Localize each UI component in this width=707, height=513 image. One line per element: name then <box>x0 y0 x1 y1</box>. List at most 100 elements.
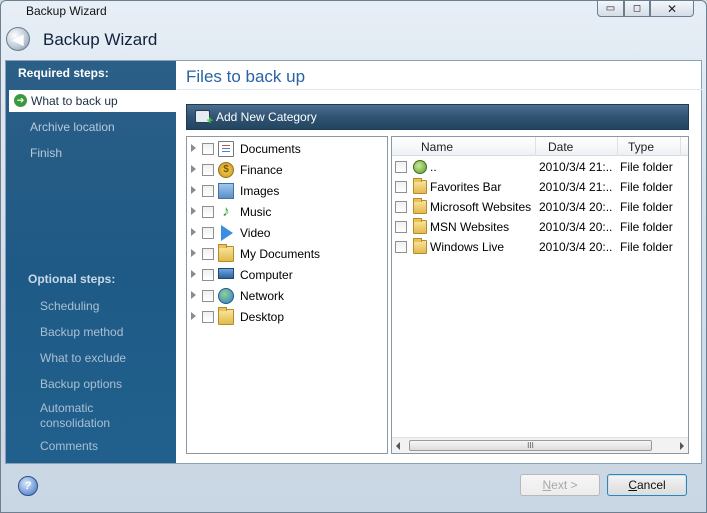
tree-item-network[interactable]: Network <box>187 286 387 306</box>
tree-checkbox[interactable] <box>202 164 214 176</box>
next-button[interactable]: Next > <box>520 474 600 496</box>
parent-folder-icon <box>413 160 427 174</box>
expand-arrow-icon[interactable] <box>191 165 196 173</box>
tree-checkbox[interactable] <box>202 227 214 239</box>
maximize-icon: ◻ <box>632 3 642 14</box>
add-new-category-button[interactable]: Add New Category <box>216 110 317 124</box>
expand-arrow-icon[interactable] <box>191 207 196 215</box>
list-row[interactable]: MSN Websites 2010/3/4 20:... File folder <box>392 217 688 237</box>
computer-icon <box>218 268 234 279</box>
scroll-right-icon[interactable] <box>680 442 684 450</box>
finance-icon: $ <box>218 162 234 178</box>
column-header-name[interactable]: Name <box>421 140 453 154</box>
title-divider <box>177 89 702 90</box>
tree-item-documents[interactable]: Documents <box>187 139 387 159</box>
step-scheduling[interactable]: Scheduling <box>40 299 99 314</box>
row-checkbox[interactable] <box>395 161 407 173</box>
tree-item-music[interactable]: ♪ Music <box>187 202 387 222</box>
cancel-label: ancel <box>636 478 666 492</box>
tree-checkbox[interactable] <box>202 143 214 155</box>
expand-arrow-icon[interactable] <box>191 291 196 299</box>
category-tree: Documents $ Finance Images ♪ Music Video <box>186 136 388 454</box>
file-list: Name Date Type .. 2010/3/4 21:... File f… <box>391 136 689 454</box>
row-checkbox[interactable] <box>395 221 407 233</box>
column-separator[interactable] <box>680 137 681 156</box>
tree-item-computer[interactable]: Computer <box>187 265 387 285</box>
tree-item-label: Desktop <box>240 310 285 324</box>
expand-arrow-icon[interactable] <box>191 270 196 278</box>
tree-checkbox[interactable] <box>202 290 214 302</box>
expand-arrow-icon[interactable] <box>191 249 196 257</box>
tree-item-my-documents[interactable]: My Documents <box>187 244 387 264</box>
row-type: File folder <box>620 160 673 174</box>
next-label: ext > <box>551 478 578 492</box>
tree-item-label: Video <box>240 226 271 240</box>
row-date: 2010/3/4 21:... <box>539 180 613 194</box>
row-type: File folder <box>620 220 673 234</box>
step-archive-location[interactable]: Archive location <box>30 120 115 134</box>
video-icon <box>221 225 233 241</box>
scroll-left-icon[interactable] <box>396 442 400 450</box>
tree-item-label: Documents <box>240 142 301 156</box>
row-type: File folder <box>620 240 673 254</box>
column-separator[interactable] <box>617 137 618 156</box>
step-finish[interactable]: Finish <box>30 146 62 160</box>
network-icon <box>218 288 234 304</box>
tree-checkbox[interactable] <box>202 206 214 218</box>
column-header-type[interactable]: Type <box>628 140 654 154</box>
wizard-title: Backup Wizard <box>43 30 158 49</box>
list-header: Name Date Type <box>392 137 688 156</box>
folder-icon <box>413 178 427 194</box>
row-checkbox[interactable] <box>395 241 407 253</box>
row-checkbox[interactable] <box>395 201 407 213</box>
step-automatic-consolidation[interactable]: Automatic consolidation <box>40 401 140 431</box>
step-what-to-back-up[interactable]: ➔ What to back up <box>9 90 176 112</box>
page-title: Files to back up <box>186 67 306 86</box>
row-type: File folder <box>620 200 673 214</box>
step-what-to-exclude[interactable]: What to exclude <box>40 351 126 366</box>
tree-item-label: Music <box>240 205 272 219</box>
row-name: Microsoft Websites <box>430 200 532 214</box>
tree-checkbox[interactable] <box>202 248 214 260</box>
step-backup-method[interactable]: Backup method <box>40 325 123 340</box>
scroll-thumb[interactable]: III <box>409 440 652 451</box>
steps-sidebar: Required steps: ➔ What to back up Archiv… <box>6 61 176 463</box>
tree-item-desktop[interactable]: Desktop <box>187 307 387 327</box>
minimize-button[interactable]: ▭ <box>597 0 624 17</box>
cancel-button[interactable]: Cancel <box>607 474 687 496</box>
column-header-date[interactable]: Date <box>548 140 573 154</box>
list-row[interactable]: Windows Live 2010/3/4 20:... File folder <box>392 237 688 257</box>
step-comments[interactable]: Comments <box>40 439 98 454</box>
close-icon: ✕ <box>666 1 678 16</box>
step-label: What to back up <box>31 94 118 108</box>
tree-item-label: Computer <box>240 268 293 282</box>
tree-item-video[interactable]: Video <box>187 223 387 243</box>
list-row[interactable]: Microsoft Websites 2010/3/4 20:... File … <box>392 197 688 217</box>
expand-arrow-icon[interactable] <box>191 312 196 320</box>
expand-arrow-icon[interactable] <box>191 144 196 152</box>
tree-item-images[interactable]: Images <box>187 181 387 201</box>
tree-checkbox[interactable] <box>202 185 214 197</box>
horizontal-scrollbar[interactable]: III <box>392 437 688 453</box>
expand-arrow-icon[interactable] <box>191 186 196 194</box>
close-button[interactable]: ✕ <box>650 0 694 17</box>
tree-checkbox[interactable] <box>202 311 214 323</box>
row-date: 2010/3/4 20:... <box>539 200 613 214</box>
row-name: .. <box>430 160 437 174</box>
row-date: 2010/3/4 20:... <box>539 220 613 234</box>
back-button[interactable]: ◀ <box>6 27 30 51</box>
tree-item-label: Images <box>240 184 280 198</box>
list-row[interactable]: .. 2010/3/4 21:... File folder <box>392 157 688 177</box>
row-name: MSN Websites <box>430 220 510 234</box>
maximize-button[interactable]: ◻ <box>624 0 650 17</box>
list-row[interactable]: Favorites Bar 2010/3/4 21:... File folde… <box>392 177 688 197</box>
help-button[interactable]: ? <box>18 476 38 496</box>
document-icon <box>218 141 234 157</box>
column-separator[interactable] <box>535 137 536 156</box>
expand-arrow-icon[interactable] <box>191 228 196 236</box>
tree-checkbox[interactable] <box>202 269 214 281</box>
row-checkbox[interactable] <box>395 181 407 193</box>
row-name: Favorites Bar <box>430 180 502 194</box>
tree-item-finance[interactable]: $ Finance <box>187 160 387 180</box>
step-backup-options[interactable]: Backup options <box>40 377 122 392</box>
